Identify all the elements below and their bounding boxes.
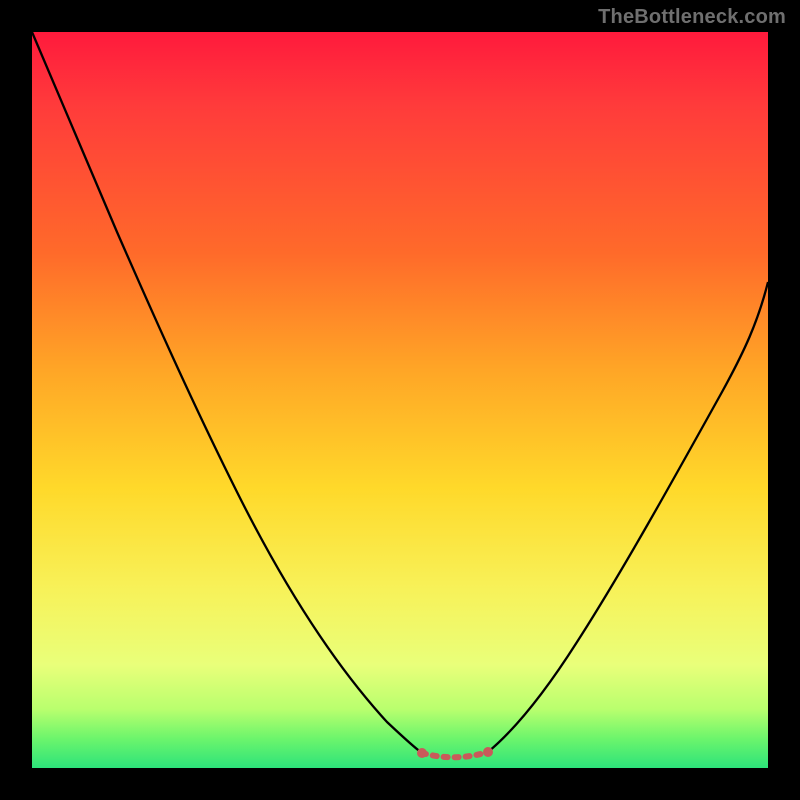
chart-frame: TheBottleneck.com xyxy=(0,0,800,800)
curve-layer xyxy=(32,32,768,768)
trough-marker xyxy=(417,747,493,758)
watermark-text: TheBottleneck.com xyxy=(598,6,786,29)
right-curve xyxy=(488,282,768,752)
left-curve xyxy=(32,32,422,753)
plot-area xyxy=(32,32,768,768)
